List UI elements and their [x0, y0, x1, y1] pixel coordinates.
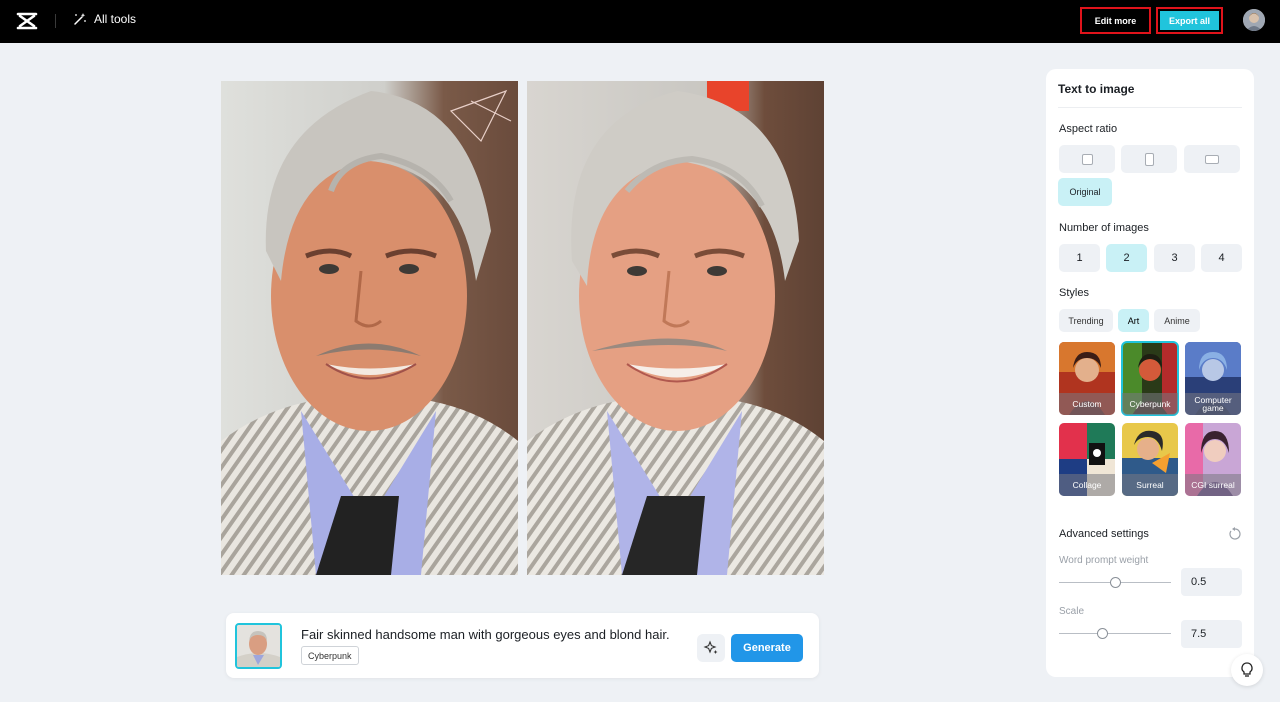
square-icon — [1081, 153, 1093, 165]
generated-image-2[interactable] — [527, 81, 824, 575]
slider-thumb[interactable] — [1110, 577, 1121, 588]
generate-button[interactable]: Generate — [731, 634, 803, 662]
style-card-label: Collage — [1059, 474, 1115, 496]
edit-more-button[interactable]: Edit more — [1080, 7, 1151, 34]
style-card-computer-game[interactable]: Computer game — [1185, 342, 1241, 415]
divider — [55, 14, 56, 28]
number-of-images-label: Number of images — [1059, 222, 1149, 234]
all-tools-button[interactable]: All tools — [73, 12, 136, 26]
tab-trending[interactable]: Trending — [1059, 309, 1113, 332]
style-card-cyberpunk[interactable]: Cyberpunk — [1121, 341, 1179, 416]
word-prompt-weight-label: Word prompt weight — [1059, 555, 1149, 566]
enhance-prompt-button[interactable] — [697, 634, 725, 662]
scale-label: Scale — [1059, 606, 1085, 617]
lightbulb-icon — [1241, 662, 1253, 677]
prompt-text[interactable]: Fair skinned handsome man with gorgeous … — [301, 627, 670, 642]
slider-thumb[interactable] — [1097, 628, 1108, 639]
sparkle-icon — [703, 640, 718, 654]
style-card-label: Custom — [1059, 393, 1115, 415]
scale-slider[interactable] — [1059, 628, 1171, 640]
style-card-label: Surreal — [1122, 474, 1178, 496]
top-bar: All tools Edit more Export all — [0, 0, 1280, 43]
user-avatar[interactable] — [1243, 9, 1265, 31]
export-all-button[interactable]: Export all — [1156, 7, 1223, 34]
styles-label: Styles — [1059, 287, 1089, 299]
aspect-ratio-label: Aspect ratio — [1059, 123, 1118, 135]
portrait-icon — [1144, 152, 1154, 166]
prompt-bar: Fair skinned handsome man with gorgeous … — [226, 613, 819, 678]
advanced-settings-label: Advanced settings — [1059, 528, 1149, 540]
generated-image-1[interactable] — [221, 81, 518, 575]
tab-art[interactable]: Art — [1118, 309, 1149, 332]
style-card-label: Cyberpunk — [1122, 393, 1178, 415]
word-prompt-weight-slider[interactable] — [1059, 577, 1171, 589]
style-card-collage[interactable]: Collage — [1059, 423, 1115, 496]
aspect-portrait-button[interactable] — [1121, 145, 1177, 173]
landscape-icon — [1205, 154, 1219, 164]
images-count-1-button[interactable]: 1 — [1059, 244, 1100, 272]
images-count-2-button[interactable]: 2 — [1106, 244, 1147, 272]
export-all-label: Export all — [1160, 11, 1219, 30]
slider-track — [1059, 633, 1171, 634]
divider — [1058, 107, 1242, 108]
reference-image-thumbnail[interactable] — [235, 623, 282, 669]
aspect-original-button[interactable]: Original — [1058, 178, 1112, 206]
images-count-3-button[interactable]: 3 — [1154, 244, 1195, 272]
style-card-label: Computer game — [1185, 393, 1241, 415]
scale-input[interactable]: 7.5 — [1181, 620, 1242, 648]
images-count-4-button[interactable]: 4 — [1201, 244, 1242, 272]
aspect-landscape-button[interactable] — [1184, 145, 1240, 173]
style-card-custom[interactable]: Custom — [1059, 342, 1115, 415]
style-card-label: CGI surreal — [1185, 474, 1241, 496]
all-tools-label: All tools — [94, 12, 137, 26]
aspect-square-button[interactable] — [1059, 145, 1115, 173]
style-card-surreal[interactable]: Surreal — [1122, 423, 1178, 496]
panel-title: Text to image — [1058, 82, 1135, 96]
magic-wand-icon — [74, 13, 86, 25]
word-prompt-weight-input[interactable]: 0.5 — [1181, 568, 1242, 596]
capcut-logo-icon[interactable] — [16, 11, 38, 31]
text-to-image-panel: Text to image Aspect ratio Original Numb… — [1046, 69, 1254, 677]
reset-icon[interactable] — [1228, 527, 1242, 541]
style-tag[interactable]: Cyberpunk — [301, 646, 359, 665]
tab-anime[interactable]: Anime — [1154, 309, 1200, 332]
help-button[interactable] — [1231, 654, 1263, 686]
style-card-cgi-surreal[interactable]: CGI surreal — [1185, 423, 1241, 496]
